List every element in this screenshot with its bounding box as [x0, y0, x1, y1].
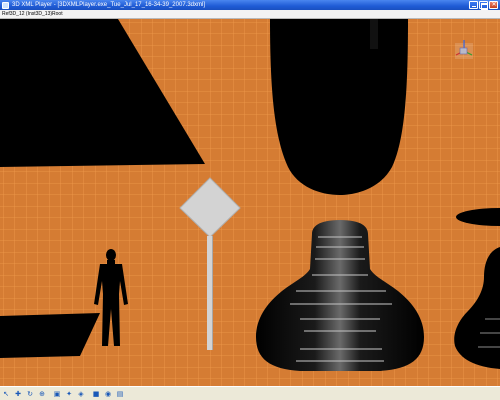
print-icon[interactable]: ▤ [116, 390, 124, 398]
close-button[interactable] [489, 1, 498, 9]
rotate-tool-icon[interactable]: ↻ [26, 390, 34, 398]
title-bar[interactable]: 3D XML Player - [3DXMLPlayer.exe_Tue_Jul… [0, 0, 500, 10]
teardrop-object[interactable] [270, 19, 408, 195]
walk-tool-icon[interactable]: ✦ [65, 390, 73, 398]
scene-canvas[interactable] [0, 19, 500, 386]
camera-icon[interactable]: ■ [92, 390, 100, 398]
window-title: 3D XML Player - [3DXMLPlayer.exe_Tue_Jul… [12, 2, 205, 8]
render-mode-icon[interactable]: ◉ [104, 390, 112, 398]
zoom-tool-icon[interactable]: ⊕ [38, 390, 46, 398]
fit-all-icon[interactable]: ▣ [53, 390, 61, 398]
select-tool-icon[interactable]: ↖ [2, 390, 10, 398]
path-bar: Ref3D_12 (Inst3D_13)Root [0, 10, 500, 19]
3d-viewport[interactable] [0, 19, 500, 386]
minimize-button[interactable] [469, 1, 478, 9]
bottom-toolbar: ↖ ✚ ↻ ⊕ ▣ ✦ ◈ ■ ◉ ▤ [0, 386, 500, 400]
path-text: Ref3D_12 (Inst3D_13)Root [2, 11, 63, 17]
teardrop-highlight [370, 19, 378, 49]
player-window: 3D XML Player - [3DXMLPlayer.exe_Tue_Jul… [0, 0, 500, 400]
app-icon [2, 1, 9, 9]
maximize-button[interactable] [479, 1, 488, 10]
view-tool-icon[interactable]: ◈ [77, 390, 85, 398]
pan-tool-icon[interactable]: ✚ [14, 390, 22, 398]
